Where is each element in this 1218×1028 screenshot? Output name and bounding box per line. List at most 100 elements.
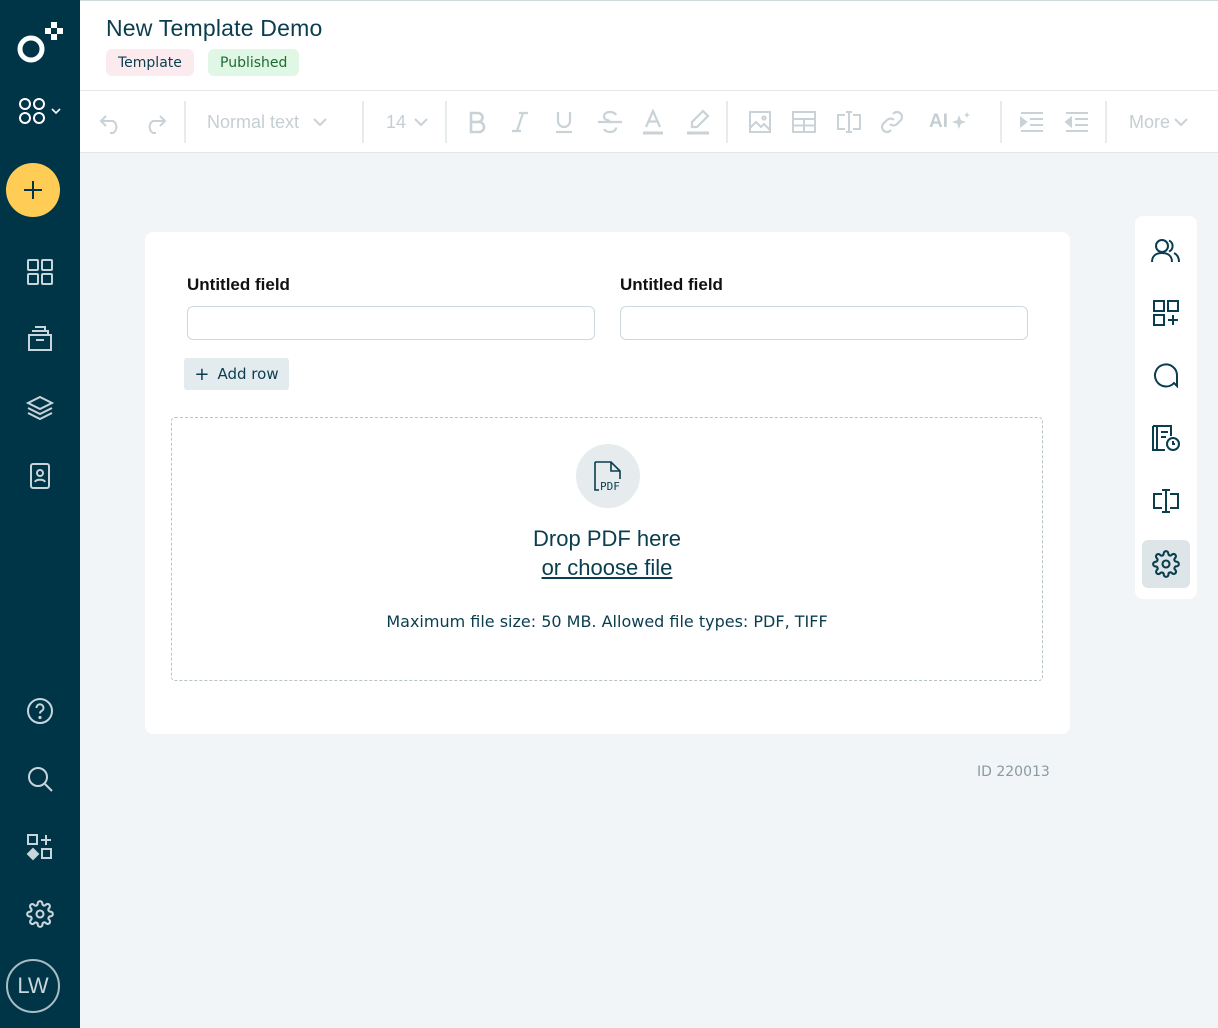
chevron-down-icon bbox=[1174, 118, 1188, 127]
plus-icon bbox=[24, 181, 42, 199]
workspace-icon bbox=[19, 98, 45, 124]
text-style-select[interactable]: Normal text bbox=[207, 91, 327, 153]
chevron-down-icon bbox=[51, 108, 61, 115]
document-history-icon bbox=[1152, 425, 1180, 451]
user-avatar[interactable]: LW bbox=[6, 959, 60, 1013]
toolbar-separator bbox=[1105, 101, 1107, 143]
more-menu[interactable]: More bbox=[1129, 91, 1188, 153]
nav-search[interactable] bbox=[0, 761, 80, 797]
choose-file-link[interactable]: or choose file bbox=[172, 555, 1042, 581]
nav-help[interactable] bbox=[0, 693, 80, 729]
underline-button[interactable] bbox=[553, 91, 575, 153]
link-icon bbox=[880, 110, 904, 134]
field-label: Untitled field bbox=[187, 275, 290, 294]
outdent-button[interactable] bbox=[1065, 91, 1089, 153]
toolbar-separator bbox=[445, 101, 447, 143]
bold-button[interactable] bbox=[466, 91, 488, 153]
nav-templates[interactable] bbox=[0, 390, 80, 426]
dropzone-hint: Maximum file size: 50 MB. Allowed file t… bbox=[386, 612, 828, 631]
page-header: New Template Demo Template Published bbox=[80, 0, 1218, 90]
chevron-down-icon bbox=[414, 118, 428, 127]
nav-contacts[interactable] bbox=[0, 458, 80, 494]
text-field-icon bbox=[1153, 489, 1179, 513]
font-size-value: 14 bbox=[386, 111, 407, 132]
contact-book-icon bbox=[30, 463, 50, 489]
untitled-field-input-1[interactable] bbox=[187, 306, 595, 340]
font-size-select[interactable]: 14 bbox=[386, 91, 428, 153]
history-button[interactable] bbox=[1142, 414, 1190, 462]
table-icon bbox=[792, 111, 816, 133]
editor-toolbar: Normal text 14 AI More bbox=[80, 90, 1218, 153]
chat-bubble-icon bbox=[1154, 363, 1179, 389]
indent-button[interactable] bbox=[1020, 91, 1044, 153]
logo-icon bbox=[17, 22, 63, 63]
app-logo[interactable] bbox=[0, 22, 80, 66]
status-badge: Published bbox=[208, 49, 300, 76]
redo-icon bbox=[148, 115, 167, 134]
chevron-down-icon bbox=[313, 118, 327, 127]
text-field-icon bbox=[837, 111, 861, 133]
more-label: More bbox=[1129, 111, 1171, 132]
redo-button[interactable] bbox=[142, 91, 168, 153]
gear-icon bbox=[1152, 550, 1180, 578]
underline-icon bbox=[556, 112, 572, 134]
untitled-field-input-2[interactable] bbox=[620, 306, 1028, 340]
document-id: ID 220013 bbox=[977, 764, 1050, 780]
add-block-icon bbox=[1153, 300, 1179, 326]
insert-field-button[interactable] bbox=[836, 91, 862, 153]
template-card: Untitled field Untitled field + Add row … bbox=[145, 232, 1070, 734]
settings-button[interactable] bbox=[1142, 540, 1190, 588]
grid-icon bbox=[27, 259, 53, 285]
nav-settings[interactable] bbox=[0, 896, 80, 932]
sparkle-icon bbox=[952, 112, 970, 129]
dropzone-title: Drop PDF here bbox=[533, 526, 681, 551]
help-icon bbox=[27, 698, 53, 724]
nav-dashboard[interactable] bbox=[0, 254, 80, 290]
users-icon bbox=[1151, 239, 1180, 263]
italic-icon bbox=[512, 111, 528, 133]
strikethrough-button[interactable] bbox=[596, 91, 624, 153]
create-button[interactable] bbox=[6, 163, 60, 217]
insert-table-button[interactable] bbox=[792, 91, 816, 153]
bold-icon bbox=[469, 111, 486, 134]
image-icon bbox=[749, 111, 771, 133]
gear-icon bbox=[26, 900, 54, 928]
insert-image-button[interactable] bbox=[749, 91, 771, 153]
participants-button[interactable] bbox=[1142, 227, 1190, 275]
comments-button[interactable] bbox=[1142, 352, 1190, 400]
undo-button[interactable] bbox=[98, 91, 124, 153]
nav-integrations[interactable] bbox=[0, 829, 80, 865]
insert-link-button[interactable] bbox=[880, 91, 904, 153]
layers-icon bbox=[26, 395, 54, 421]
pdf-dropzone[interactable]: PDF Drop PDF here or choose file Maximum… bbox=[171, 417, 1043, 681]
toolbar-separator bbox=[362, 101, 364, 143]
search-icon bbox=[28, 767, 53, 792]
text-color-icon bbox=[643, 109, 663, 135]
left-sidebar: LW bbox=[0, 0, 80, 1028]
workspace-switcher[interactable] bbox=[0, 94, 80, 128]
add-row-button[interactable]: + Add row bbox=[184, 358, 289, 390]
ai-assist-button[interactable]: AI bbox=[929, 91, 972, 153]
add-fields-button[interactable] bbox=[1142, 289, 1190, 337]
toolbar-separator bbox=[1000, 101, 1002, 143]
folder-icon bbox=[28, 326, 52, 351]
toolbar-separator bbox=[726, 101, 728, 143]
pdf-file-icon: PDF bbox=[576, 444, 640, 508]
plus-icon: + bbox=[194, 363, 210, 385]
italic-button[interactable] bbox=[509, 91, 531, 153]
template-badge: Template bbox=[106, 49, 194, 76]
nav-documents[interactable] bbox=[0, 321, 80, 357]
add-row-label: Add row bbox=[217, 365, 279, 383]
outdent-icon bbox=[1065, 112, 1088, 132]
ai-label: AI bbox=[929, 111, 948, 132]
strikethrough-icon bbox=[598, 110, 622, 134]
pdf-icon-text: PDF bbox=[600, 480, 620, 493]
page-title: New Template Demo bbox=[106, 15, 323, 41]
indent-icon bbox=[1020, 112, 1043, 132]
variables-button[interactable] bbox=[1142, 477, 1190, 525]
right-tool-panel bbox=[1135, 216, 1197, 599]
toolbar-separator bbox=[184, 101, 186, 143]
text-color-button[interactable] bbox=[642, 91, 664, 153]
highlighter-icon bbox=[687, 109, 710, 135]
highlight-button[interactable] bbox=[686, 91, 710, 153]
